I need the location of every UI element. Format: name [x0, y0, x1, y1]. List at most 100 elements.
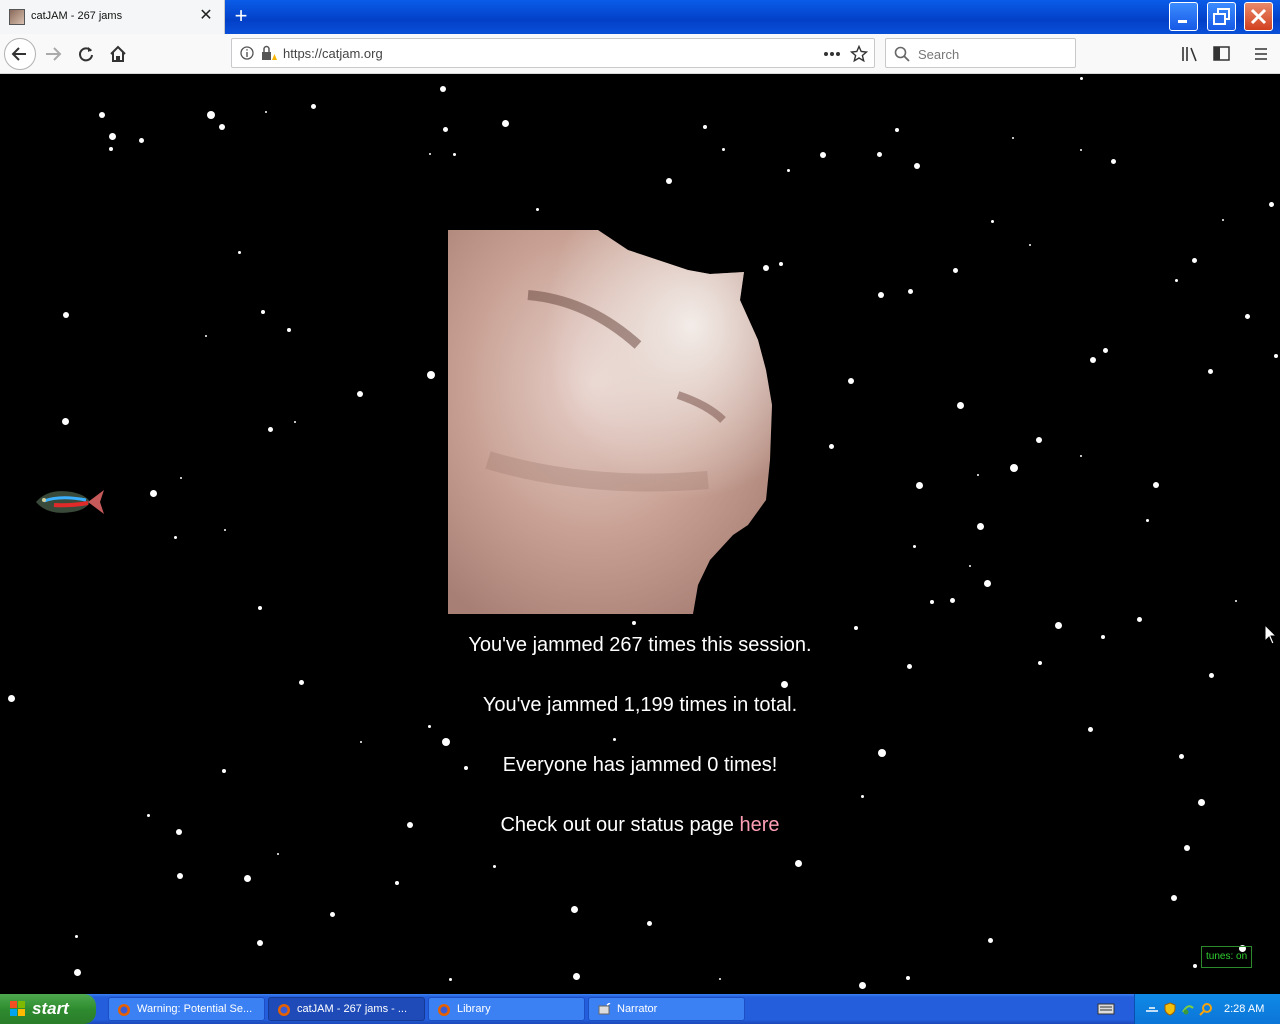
tab-close-icon[interactable]: ✕	[198, 8, 214, 24]
star	[61, 417, 69, 425]
search-bar[interactable]	[885, 38, 1076, 68]
taskbar-item-narrator[interactable]: Narrator	[588, 997, 745, 1021]
firefox-icon	[438, 1004, 450, 1016]
star	[1193, 964, 1197, 968]
star	[1079, 76, 1083, 80]
mouse-cursor-icon	[1264, 624, 1278, 645]
firefox-icon	[118, 1004, 130, 1016]
star	[820, 152, 826, 158]
restore-button[interactable]	[1207, 2, 1236, 31]
star	[442, 126, 448, 132]
star	[983, 579, 991, 587]
star	[666, 178, 672, 184]
taskbar-item-catjam[interactable]: catJAM - 267 jams - ...	[268, 997, 425, 1021]
update-icon[interactable]	[1181, 1002, 1195, 1016]
star	[243, 874, 251, 882]
star	[138, 137, 144, 143]
star	[224, 529, 226, 531]
catjam-favicon-icon	[9, 9, 25, 25]
star	[895, 128, 899, 132]
star	[310, 103, 316, 109]
star	[427, 371, 435, 379]
star	[1145, 518, 1149, 522]
star	[990, 219, 994, 223]
star	[219, 124, 225, 130]
network-icon[interactable]	[1145, 1002, 1159, 1016]
tunes-toggle-button[interactable]: tunes: on	[1201, 946, 1253, 968]
star	[1268, 201, 1274, 207]
sidebar-icon[interactable]	[1212, 45, 1232, 63]
url-bar[interactable]: https://catjam.org	[231, 38, 875, 68]
url-text[interactable]: https://catjam.org	[283, 46, 383, 61]
star	[257, 940, 263, 946]
star	[969, 565, 971, 567]
forward-button[interactable]	[38, 38, 70, 70]
star	[237, 250, 241, 254]
star	[1010, 464, 1018, 472]
minimize-button[interactable]	[1169, 2, 1198, 31]
browser-tab[interactable]: catJAM - 267 jams ✕	[0, 0, 225, 34]
bookmark-star-icon[interactable]	[850, 45, 868, 63]
star	[1171, 895, 1177, 901]
star	[357, 391, 363, 397]
star	[1136, 616, 1142, 622]
home-button[interactable]	[102, 38, 134, 70]
star	[109, 147, 113, 151]
star	[395, 881, 399, 885]
star	[930, 600, 934, 604]
star	[1153, 482, 1159, 488]
star	[535, 207, 539, 211]
start-button[interactable]: start	[0, 994, 96, 1024]
new-tab-button[interactable]: +	[228, 4, 254, 30]
star	[258, 606, 262, 610]
star	[1208, 672, 1214, 678]
reload-button[interactable]	[70, 38, 102, 70]
search-input[interactable]	[916, 44, 1070, 64]
star	[329, 911, 335, 917]
star	[572, 972, 580, 980]
restore-icon	[1213, 8, 1230, 25]
search-icon	[894, 46, 910, 62]
insecure-lock-icon[interactable]	[260, 45, 278, 61]
taskbar-item-warning[interactable]: Warning: Potential Se...	[108, 997, 265, 1021]
star	[907, 288, 913, 294]
security-shield-icon[interactable]	[1163, 1002, 1177, 1016]
close-icon	[1250, 8, 1267, 25]
info-icon[interactable]	[240, 46, 254, 60]
close-window-button[interactable]	[1244, 2, 1273, 31]
star	[1207, 368, 1213, 374]
star	[73, 968, 81, 976]
star	[180, 477, 182, 479]
star	[858, 981, 866, 989]
star	[1054, 621, 1062, 629]
everyone-jam-count: Everyone has jammed 0 times!	[502, 754, 778, 776]
taskbar: start Warning: Potential Se... catJAM - …	[0, 994, 1280, 1024]
star	[108, 132, 116, 140]
star	[173, 535, 177, 539]
status-page-link[interactable]: here	[740, 814, 780, 836]
narrator-icon	[598, 1003, 611, 1015]
taskbar-item-library[interactable]: Library	[428, 997, 585, 1021]
star	[1038, 661, 1042, 665]
star	[149, 489, 157, 497]
star	[294, 421, 296, 423]
back-button[interactable]	[4, 38, 36, 70]
magnifier-icon[interactable]	[1199, 1002, 1213, 1016]
star	[646, 920, 652, 926]
page-actions-icon[interactable]	[823, 51, 841, 57]
star	[442, 738, 450, 746]
star	[1080, 455, 1082, 457]
star	[1244, 313, 1250, 319]
title-bar: catJAM - 267 jams ✕ +	[0, 0, 1280, 34]
star	[632, 621, 636, 625]
star	[452, 152, 456, 156]
menu-icon[interactable]	[1252, 45, 1270, 63]
star	[1191, 257, 1197, 263]
star	[429, 153, 431, 155]
star	[780, 680, 788, 688]
star	[1090, 357, 1096, 363]
library-icon[interactable]	[1180, 45, 1200, 63]
keyboard-icon[interactable]	[1097, 1002, 1115, 1016]
star	[99, 112, 105, 118]
session-jam-count: You've jammed 267 times this session.	[468, 634, 812, 656]
